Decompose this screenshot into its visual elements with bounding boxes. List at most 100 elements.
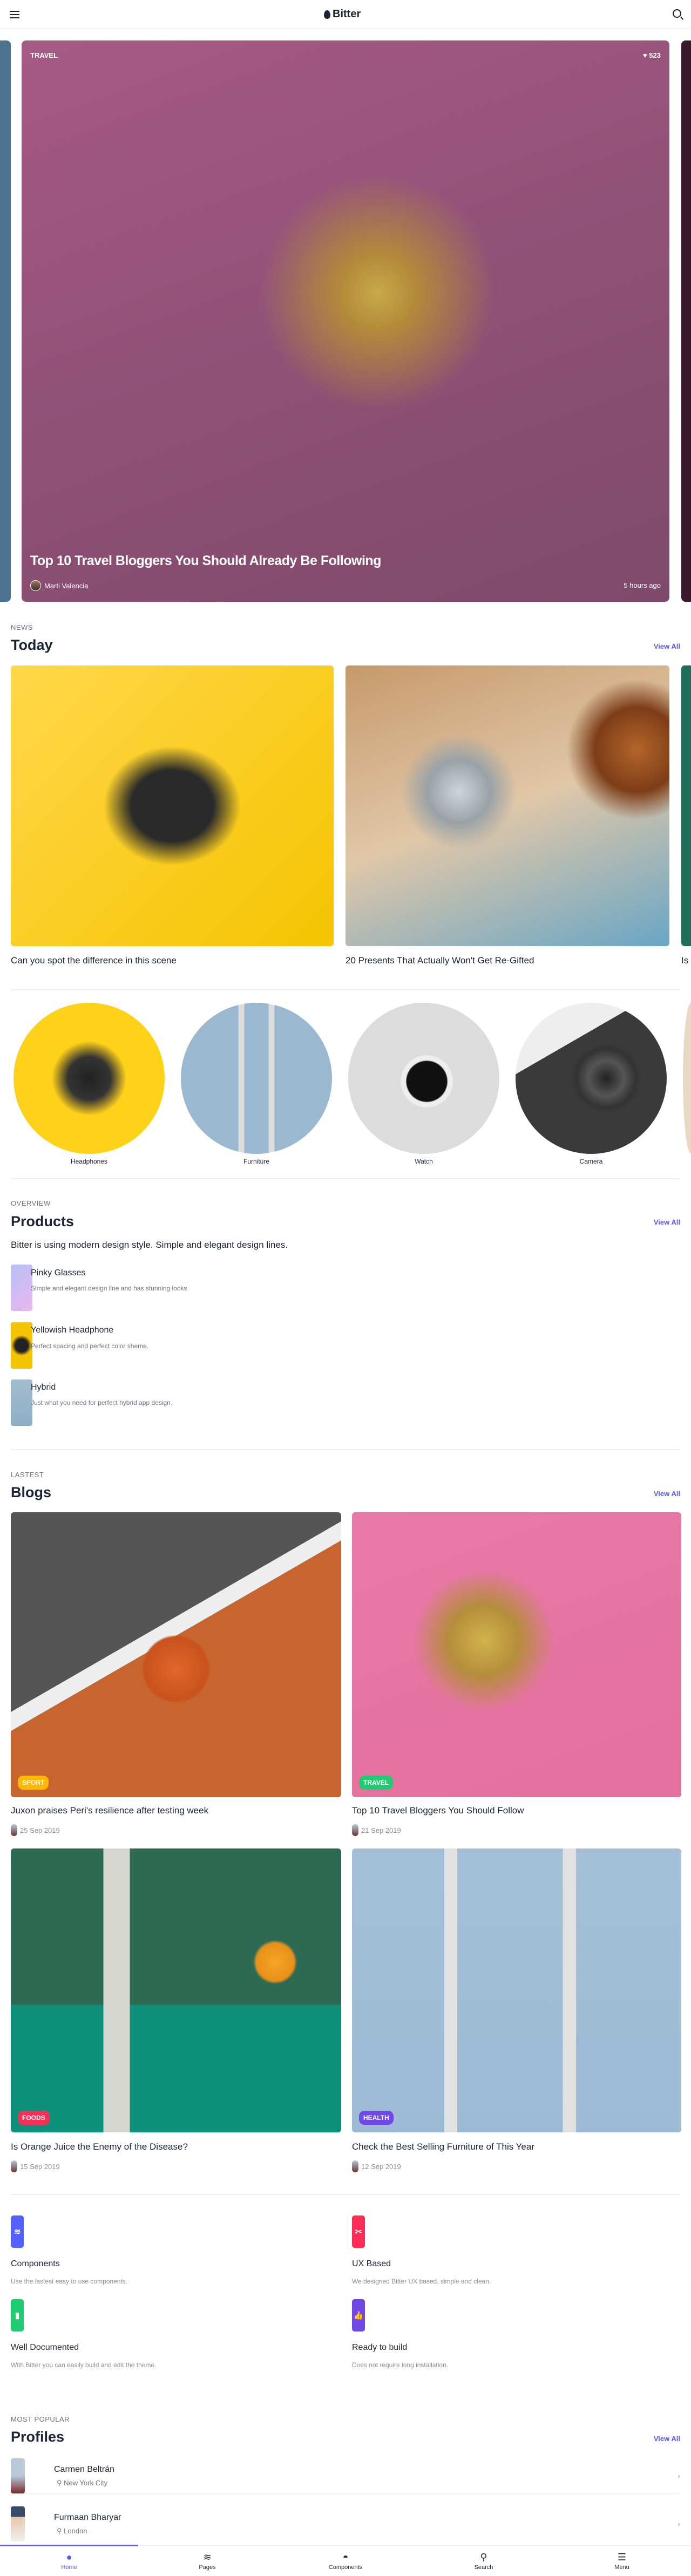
avatar <box>11 2458 25 2493</box>
product-thumb[interactable] <box>11 1322 32 1369</box>
avatar <box>11 2160 17 2172</box>
profile-name: Carmen Beltrán <box>54 2465 115 2474</box>
drop-icon <box>324 10 330 19</box>
product-name[interactable]: Yellowish Headphone <box>31 1326 113 1335</box>
news-card-image[interactable] <box>681 665 691 946</box>
blog-title[interactable]: Is Orange Juice the Enemy of the Disease… <box>11 2142 188 2152</box>
layers-icon: ≋ <box>203 2552 212 2563</box>
section-title: Today <box>11 637 53 653</box>
view-all-link[interactable]: View All <box>654 1218 680 1226</box>
profile-location: ⚲ New York City <box>57 2479 107 2487</box>
blog-title[interactable]: Juxon praises Peri's resilience after te… <box>11 1805 208 1816</box>
product-name[interactable]: Hybrid <box>31 1383 56 1392</box>
blog-meta: 25 Sep 2019 <box>11 1824 60 1836</box>
thumbs-up-icon: 👍 <box>352 2299 365 2332</box>
likes-count: 523 <box>649 51 661 59</box>
feature-title: Ready to build <box>352 2343 408 2352</box>
blog-date: 25 Sep 2019 <box>20 1826 60 1834</box>
profile-row[interactable]: Furmaan Bharyar ⚲ London › <box>11 2506 680 2542</box>
section-kicker: MOST POPULAR <box>11 2415 70 2423</box>
bottom-nav: ● Home ≋ Pages ◓ Components ⚲ Search ☰ Menu <box>0 2545 691 2576</box>
nav-label: Home <box>61 2564 77 2571</box>
news-card-title[interactable]: Can you spot the difference in this scen… <box>11 955 177 966</box>
profile-location: ⚲ London <box>57 2527 87 2536</box>
nav-label: Pages <box>199 2564 216 2571</box>
profile-row[interactable]: Carmen Beltrán ⚲ New York City › <box>11 2458 680 2494</box>
avatar <box>11 1824 17 1836</box>
category-watch[interactable] <box>348 1003 499 1154</box>
divider <box>11 989 680 990</box>
nav-pages[interactable]: ≋ Pages <box>138 2546 276 2576</box>
category-camera[interactable] <box>516 1003 667 1154</box>
product-desc: Simple and elegant design line and has s… <box>31 1284 187 1292</box>
location-pin-icon: ⚲ <box>57 2527 62 2535</box>
blog-badge[interactable]: SPORT <box>18 1776 49 1790</box>
blog-card-image[interactable]: FOODS <box>11 1848 341 2132</box>
category-furniture[interactable] <box>181 1003 332 1154</box>
blog-card-image[interactable]: HEALTH <box>352 1848 681 2132</box>
product-desc: Just what you need for perfect hybrid ap… <box>31 1399 173 1406</box>
blog-card-image[interactable]: TRAVEL <box>352 1512 681 1797</box>
view-all-link[interactable]: View All <box>654 2435 680 2443</box>
products-description: Bitter is using modern design style. Sim… <box>11 1240 288 1250</box>
blog-title[interactable]: Top 10 Travel Bloggers You Should Follow <box>352 1805 524 1816</box>
nav-components[interactable]: ◓ Components <box>276 2546 415 2576</box>
drop-icon: ● <box>66 2552 72 2563</box>
search-icon[interactable] <box>673 9 681 18</box>
feature-desc: Does not require long installation. <box>352 2361 449 2369</box>
brand-logo[interactable]: Bitter <box>324 8 361 21</box>
folder-icon: ▮ <box>11 2299 24 2332</box>
avatar <box>352 1824 358 1836</box>
category-label: Furniture <box>243 1158 270 1165</box>
hero-slide[interactable]: TRAVEL ♥ 523 Top 10 Travel Bloggers You … <box>22 40 669 602</box>
hero-time: 5 hours ago <box>624 581 661 589</box>
feature-desc: Use the lastest easy to use components. <box>11 2278 128 2285</box>
blog-meta: 12 Sep 2019 <box>352 2160 401 2172</box>
section-kicker: OVERVIEW <box>11 1199 51 1207</box>
product-thumb[interactable] <box>11 1265 32 1311</box>
location-text: New York City <box>64 2479 108 2487</box>
location-text: London <box>64 2527 87 2535</box>
nav-search[interactable]: ⚲ Search <box>415 2546 553 2576</box>
product-thumb[interactable] <box>11 1379 32 1426</box>
news-card-image[interactable] <box>346 665 669 946</box>
nav-label: Components <box>328 2564 363 2571</box>
section-kicker: LASTEST <box>11 1471 44 1479</box>
blog-badge[interactable]: FOODS <box>18 2111 50 2125</box>
view-all-link[interactable]: View All <box>654 1490 680 1498</box>
hero-likes[interactable]: ♥ 523 <box>643 51 661 59</box>
blog-title[interactable]: Check the Best Selling Furniture of This… <box>352 2142 534 2152</box>
hero-author: Marti Valencia <box>30 580 88 591</box>
feature-title: Components <box>11 2259 60 2268</box>
slider-prev-card[interactable] <box>0 40 11 602</box>
blog-meta: 15 Sep 2019 <box>11 2160 60 2172</box>
hero-title[interactable]: Top 10 Travel Bloggers You Should Alread… <box>30 553 381 569</box>
section-title: Products <box>11 1213 74 1229</box>
product-name[interactable]: Pinky Glasses <box>31 1268 85 1278</box>
news-card-title[interactable]: Is <box>681 955 688 966</box>
feature-title: UX Based <box>352 2259 391 2268</box>
nav-home[interactable]: ● Home <box>0 2545 138 2576</box>
components-icon: ◓ <box>342 2552 349 2563</box>
section-title: Blogs <box>11 1484 52 1500</box>
blog-date: 12 Sep 2019 <box>361 2162 401 2171</box>
slider-next-card[interactable] <box>681 40 691 602</box>
divider <box>11 2194 680 2195</box>
nav-menu[interactable]: ☰ Menu <box>553 2546 691 2576</box>
blog-meta: 21 Sep 2019 <box>352 1824 401 1836</box>
nav-label: Search <box>474 2564 493 2571</box>
category-headphones[interactable] <box>13 1003 165 1154</box>
news-card-image[interactable] <box>11 665 334 946</box>
view-all-link[interactable]: View All <box>654 642 680 650</box>
chevron-right-icon: › <box>678 2471 680 2480</box>
divider <box>11 1178 680 1179</box>
feature-desc: With Bitter you can easily build and edi… <box>11 2361 157 2369</box>
location-pin-icon: ⚲ <box>57 2479 62 2487</box>
blog-badge[interactable]: TRAVEL <box>359 1776 394 1790</box>
news-card-title[interactable]: 20 Presents That Actually Won't Get Re-G… <box>346 955 534 966</box>
blog-badge[interactable]: HEALTH <box>359 2111 394 2125</box>
hamburger-icon[interactable] <box>10 11 19 18</box>
blog-card-image[interactable]: SPORT <box>11 1512 341 1797</box>
category-next[interactable] <box>683 1003 691 1154</box>
blog-date: 15 Sep 2019 <box>20 2162 60 2171</box>
